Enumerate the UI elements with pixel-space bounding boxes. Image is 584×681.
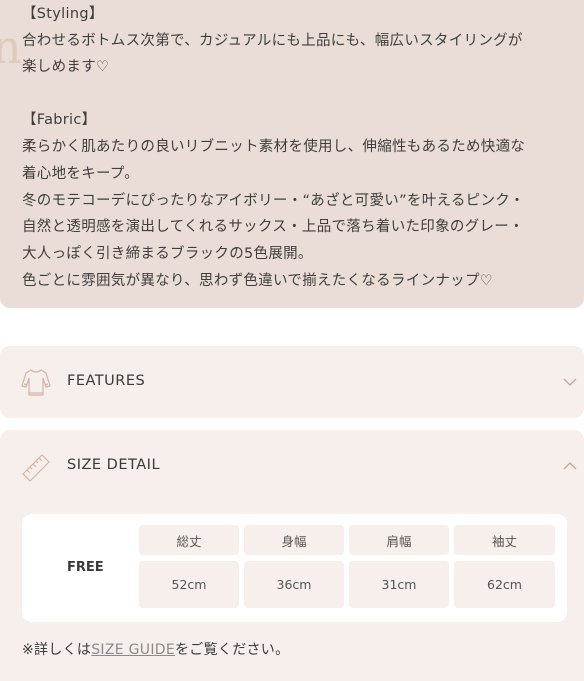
note-suffix: をご覧ください。 xyxy=(175,642,290,658)
description-line: 合わせるボトムス次第で、カジュアルにも上品にも、幅広いスタイリングが xyxy=(22,33,523,49)
features-accordion-header[interactable]: FEATURES xyxy=(0,346,584,418)
size-detail-title: SIZE DETAIL xyxy=(67,457,161,473)
sweater-icon xyxy=(21,369,51,396)
table-header-cell: 総丈 xyxy=(139,525,239,555)
size-label: FREE xyxy=(67,560,104,575)
description-line: 楽しめます♡ xyxy=(22,59,110,75)
description-line: 【Styling】 xyxy=(22,6,104,22)
ruler-icon xyxy=(22,454,50,482)
table-value-cell: 36cm xyxy=(244,561,344,608)
features-accordion: FEATURES xyxy=(0,346,584,418)
size-guide-note: ※詳しくはSIZE GUIDEをご覧ください。 xyxy=(22,639,289,659)
table-header-cell: 肩幅 xyxy=(349,525,449,555)
table-value-cell: 31cm xyxy=(349,561,449,608)
note-prefix: ※詳しくは xyxy=(22,642,92,658)
decorative-letter: n xyxy=(0,20,22,74)
features-title: FEATURES xyxy=(67,373,146,389)
description-line: 色ごとに雰囲気が異なり、思わず色違いで揃えたくなるラインナップ♡ xyxy=(22,273,494,289)
description-line: 【Fabric】 xyxy=(22,112,97,128)
size-table: FREE 総丈 身幅 肩幅 袖丈 52cm 36cm 31cm 62cm xyxy=(22,514,567,622)
table-value-cell: 52cm xyxy=(139,561,239,608)
table-header-cell: 身幅 xyxy=(244,525,344,555)
table-header-cell: 袖丈 xyxy=(454,525,555,555)
description-line: 冬のモテコーデにぴったりなアイボリー・“あざと可愛い”を叶えるピンク・ xyxy=(22,193,525,209)
description-line: 柔らかく肌あたりの良いリブニット素材を使用し、伸縮性もあるため快適な xyxy=(22,139,526,155)
description-line: 自然と透明感を演出してくれるサックス・上品で落ち着いた印象のグレー・ xyxy=(22,219,524,235)
description-line: 着心地をキープ。 xyxy=(22,166,140,182)
table-value-cell: 62cm xyxy=(454,561,555,608)
description-line: 大人っぽく引き締まるブラックの5色展開。 xyxy=(22,246,313,262)
size-guide-link[interactable]: SIZE GUIDE xyxy=(91,642,175,658)
chevron-up-icon[interactable] xyxy=(563,459,577,473)
size-detail-accordion: SIZE DETAIL FREE 総丈 身幅 肩幅 袖丈 52cm 36cm 3… xyxy=(0,430,584,681)
size-detail-accordion-header[interactable]: SIZE DETAIL xyxy=(0,430,584,502)
chevron-down-icon[interactable] xyxy=(563,375,577,389)
product-description: n 【Styling】 合わせるボトムス次第で、カジュアルにも上品にも、幅広いス… xyxy=(0,0,584,308)
